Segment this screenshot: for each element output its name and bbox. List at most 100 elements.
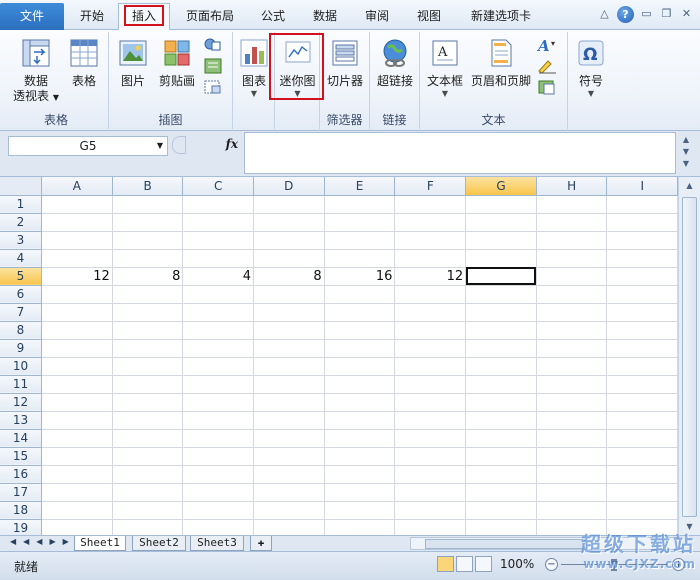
cell-g1[interactable]	[465, 195, 537, 214]
page-break-view-icon[interactable]	[475, 556, 492, 572]
cell-h10[interactable]	[536, 357, 608, 376]
cell-i13[interactable]	[606, 411, 678, 430]
cell-i8[interactable]	[606, 321, 678, 340]
row-header-17[interactable]: 17	[0, 483, 42, 502]
worksheet-grid[interactable]: ABCDEFGHI 1 2 3 4 5 12 8 4 8 16 12 6 7 8 9 10 11 12 13 14 15…	[0, 177, 678, 535]
cell-d10[interactable]	[253, 357, 325, 376]
select-all-corner[interactable]	[0, 177, 42, 196]
cell-c17[interactable]	[182, 483, 254, 502]
cell-h8[interactable]	[536, 321, 608, 340]
cell-a3[interactable]	[41, 231, 113, 250]
cell-b6[interactable]	[112, 285, 184, 304]
cell-b1[interactable]	[112, 195, 184, 214]
row-header-9[interactable]: 9	[0, 339, 42, 358]
smartart-icon[interactable]	[203, 57, 223, 75]
cell-f10[interactable]	[394, 357, 467, 376]
cell-a17[interactable]	[41, 483, 113, 502]
column-header-g[interactable]: G	[465, 177, 537, 196]
sheet-tab-1[interactable]: Sheet1	[74, 536, 126, 551]
tab-home[interactable]: 开始	[68, 4, 116, 30]
cell-c1[interactable]	[182, 195, 254, 214]
cell-h18[interactable]	[536, 501, 608, 520]
row-header-10[interactable]: 10	[0, 357, 42, 376]
cell-h2[interactable]	[536, 213, 608, 232]
cell-d6[interactable]	[253, 285, 325, 304]
cell-e8[interactable]	[324, 321, 396, 340]
cell-e7[interactable]	[324, 303, 396, 322]
restore-icon[interactable]: ❐	[659, 7, 674, 22]
tab-file[interactable]: 文件	[0, 3, 64, 30]
cell-a1[interactable]	[41, 195, 113, 214]
cell-c11[interactable]	[182, 375, 254, 394]
cell-h3[interactable]	[536, 231, 608, 250]
row-header-13[interactable]: 13	[0, 411, 42, 430]
cell-f15[interactable]	[394, 447, 467, 466]
cell-f18[interactable]	[394, 501, 467, 520]
cell-i9[interactable]	[606, 339, 678, 358]
cell-g12[interactable]	[465, 393, 537, 412]
cell-g10[interactable]	[465, 357, 537, 376]
chevron-down-icon[interactable]: ▼	[157, 137, 163, 155]
cell-c3[interactable]	[182, 231, 254, 250]
cell-e18[interactable]	[324, 501, 396, 520]
cell-i3[interactable]	[606, 231, 678, 250]
cell-g2[interactable]	[465, 213, 537, 232]
row-header-7[interactable]: 7	[0, 303, 42, 322]
cell-i14[interactable]	[606, 429, 678, 448]
cell-b9[interactable]	[112, 339, 184, 358]
tab-insert[interactable]: 插入	[118, 3, 170, 30]
cell-h12[interactable]	[536, 393, 608, 412]
row-header-5[interactable]: 5	[0, 267, 42, 286]
cell-c10[interactable]	[182, 357, 254, 376]
column-header-i[interactable]: I	[606, 177, 678, 196]
cell-g9[interactable]	[465, 339, 537, 358]
cell-b3[interactable]	[112, 231, 184, 250]
cell-h15[interactable]	[536, 447, 608, 466]
cell-f14[interactable]	[394, 429, 467, 448]
cell-g3[interactable]	[465, 231, 537, 250]
cell-c7[interactable]	[182, 303, 254, 322]
cell-b12[interactable]	[112, 393, 184, 412]
cell-h9[interactable]	[536, 339, 608, 358]
cell-g19[interactable]	[465, 519, 537, 535]
cell-a8[interactable]	[41, 321, 113, 340]
row-header-18[interactable]: 18	[0, 501, 42, 520]
cell-c16[interactable]	[182, 465, 254, 484]
row-header-8[interactable]: 8	[0, 321, 42, 340]
hyperlink-button[interactable]: 超链接	[372, 38, 418, 89]
cell-b14[interactable]	[112, 429, 184, 448]
column-header-h[interactable]: H	[536, 177, 608, 196]
cell-c18[interactable]	[182, 501, 254, 520]
cell-i7[interactable]	[606, 303, 678, 322]
row-header-2[interactable]: 2	[0, 213, 42, 232]
vertical-scrollbar[interactable]: ▲ ▼	[678, 177, 700, 535]
cell-g7[interactable]	[465, 303, 537, 322]
cell-c8[interactable]	[182, 321, 254, 340]
help-icon[interactable]: ?	[617, 6, 634, 23]
screenshot-icon[interactable]	[203, 78, 223, 96]
cell-f4[interactable]	[394, 249, 467, 268]
row-header-4[interactable]: 4	[0, 249, 42, 268]
cell-a2[interactable]	[41, 213, 113, 232]
cell-b15[interactable]	[112, 447, 184, 466]
cell-d14[interactable]	[253, 429, 325, 448]
column-header-a[interactable]: A	[41, 177, 113, 196]
cell-e16[interactable]	[324, 465, 396, 484]
sheet-tab-2[interactable]: Sheet2	[132, 536, 186, 551]
cell-f8[interactable]	[394, 321, 467, 340]
clipart-button[interactable]: 剪贴画	[153, 38, 201, 89]
cell-f2[interactable]	[394, 213, 467, 232]
cell-h4[interactable]	[536, 249, 608, 268]
tab-page-layout[interactable]: 页面布局	[176, 4, 244, 30]
cell-c4[interactable]	[182, 249, 254, 268]
cell-h5[interactable]	[536, 267, 608, 286]
cell-e6[interactable]	[324, 285, 396, 304]
cell-f13[interactable]	[394, 411, 467, 430]
row-header-14[interactable]: 14	[0, 429, 42, 448]
cell-h6[interactable]	[536, 285, 608, 304]
cell-h11[interactable]	[536, 375, 608, 394]
cell-f17[interactable]	[394, 483, 467, 502]
row-header-11[interactable]: 11	[0, 375, 42, 394]
cell-d1[interactable]	[253, 195, 325, 214]
cell-b16[interactable]	[112, 465, 184, 484]
